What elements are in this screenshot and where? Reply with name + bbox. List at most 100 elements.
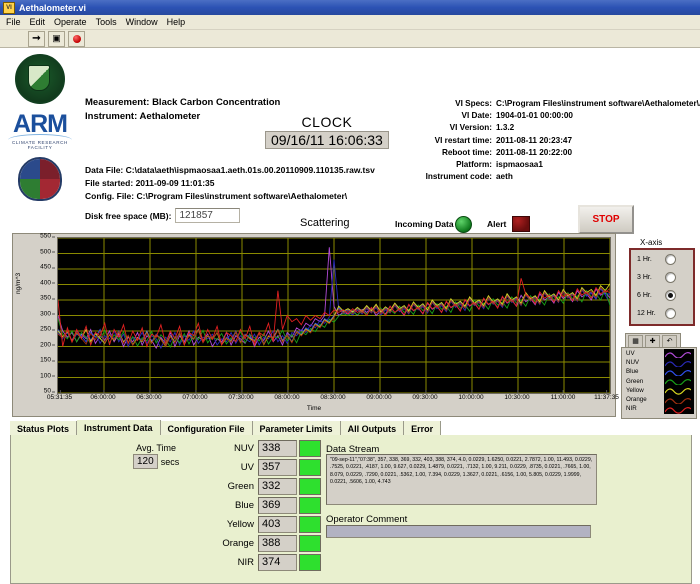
legend-item-label: UV [626, 350, 635, 358]
avg-time-label: Avg. Time [136, 443, 177, 453]
menu-item-window[interactable]: Window [126, 17, 158, 27]
x-axis-tick: 11:37:35 [594, 390, 619, 401]
x-axis-tick: 11:00:00 [550, 390, 576, 401]
vi-spec-key: VI Specs: [455, 99, 492, 108]
x-axis-selector[interactable]: 1 Hr. 3 Hr. 6 Hr. 12 Hr. [629, 248, 695, 326]
y-axis-tick: 150 [40, 356, 55, 364]
radio-button[interactable] [665, 307, 676, 319]
vi-spec-key: VI Version: [449, 123, 492, 133]
plot-legend[interactable]: UV NUV Blue Green Yellow Orange NIR [621, 347, 697, 419]
x-axis-tick: 10:30:00 [504, 390, 530, 401]
legend-color-swatch[interactable] [664, 403, 694, 414]
tab-configuration-file[interactable]: Configuration File [160, 421, 253, 436]
y-axis-tick: 550 [40, 232, 55, 240]
tab-all-outputs[interactable]: All Outputs [340, 421, 405, 436]
clock: CLOCK 09/16/11 16:06:33 [265, 114, 389, 149]
window-title: Aethalometer.vi [19, 2, 87, 13]
instrument-value: Aethalometer [139, 111, 201, 122]
x-axis-tick: 05:31:35 [46, 390, 73, 401]
vi-spec-row: VI Date: 1904-01-01 00:00:00 [408, 110, 700, 122]
x-axis-option-12hr[interactable]: 12 Hr. [631, 304, 693, 322]
readout-label: Blue [234, 500, 254, 511]
menu-item-operate[interactable]: Operate [54, 17, 87, 27]
x-axis-option-6hr[interactable]: 6 Hr. [631, 286, 693, 304]
config-file-label: Config. File: [85, 191, 135, 201]
undo-icon[interactable]: ↶ [662, 334, 677, 348]
avg-time-unit: secs [160, 456, 180, 467]
x-axis-tick: 10:00:00 [458, 390, 484, 401]
menu-item-edit[interactable]: Edit [30, 17, 46, 27]
x-axis-option-1hr[interactable]: 1 Hr. [631, 250, 693, 268]
clock-title: CLOCK [301, 114, 353, 130]
stop-button[interactable]: STOP [578, 205, 634, 234]
arm-logo-subtitle: CLIMATE RESEARCH FACILITY [12, 140, 68, 150]
y-axis-tick: 300 [40, 310, 55, 317]
cursor-icon[interactable]: ✚ [645, 334, 660, 348]
menu-item-file[interactable]: File [6, 17, 21, 27]
vi-spec-value: C:\Program Files\instrument software\Aet… [496, 99, 700, 108]
doe-seal-icon [15, 54, 65, 104]
menu-item-help[interactable]: Help [167, 17, 186, 27]
readout-label: NIR [237, 557, 254, 568]
readout-value: 388 [258, 535, 297, 552]
config-file-value: C:\Program Files\instrument software\Aet… [136, 191, 348, 201]
x-axis-tick: 08:00:00 [274, 390, 300, 401]
config-file-row: Config. File: C:\Program Files\instrumen… [85, 190, 375, 203]
x-axis-tick: 07:00:00 [182, 390, 208, 401]
legend-item-label: Yellow [626, 386, 644, 394]
tab-instrument-data[interactable]: Instrument Data [77, 420, 161, 436]
vi-specs-block: VI Specs: C:\Program Files\instrument sof… [408, 98, 700, 183]
x-axis-tick: 06:00:00 [90, 390, 116, 401]
avg-time-control[interactable]: Avg. Time 120 secs [133, 443, 179, 469]
vi-spec-key: Platform: [456, 160, 492, 170]
readout-value: 338 [258, 440, 297, 457]
readout-nir: NIR 374 [191, 553, 321, 572]
operator-comment-input[interactable] [326, 525, 591, 538]
clock-value: 09/16/11 16:06:33 [265, 131, 389, 149]
abort-record-icon[interactable] [68, 30, 85, 47]
x-axis-tick: 06:30:00 [136, 390, 162, 401]
radio-button[interactable] [665, 271, 676, 283]
scattering-chart[interactable]: ng/m^3 50 100 150 200 250 300 350 400 450 500 550 … [12, 232, 619, 417]
arm-shield-icon [18, 157, 62, 201]
radio-button[interactable] [665, 289, 676, 301]
instrument-row: Instrument: Aethalometer [85, 110, 280, 124]
vi-spec-key: VI Date: [461, 111, 492, 121]
radio-button[interactable] [665, 253, 676, 265]
disk-free-space: Disk free space (MB): 121857 [85, 208, 241, 223]
x-axis-option-label: 12 Hr. [637, 309, 656, 317]
avg-time-input[interactable]: 120 [133, 454, 158, 469]
plot-area [57, 237, 611, 394]
tab-parameter-limits[interactable]: Parameter Limits [252, 421, 341, 436]
y-axis-tick: 200 [40, 341, 55, 348]
readout-label: Yellow [226, 519, 254, 530]
incoming-data-label: Incoming Data [395, 219, 454, 229]
tab-error[interactable]: Error [404, 421, 442, 436]
measurement-label: Measurement: [85, 97, 150, 108]
grid-icon[interactable]: ▦ [628, 334, 643, 348]
alert-indicator [512, 216, 530, 232]
measurement-row: Measurement: Black Carbon Concentration [85, 96, 280, 110]
legend-item[interactable]: NIR [623, 403, 695, 414]
data-file-value: C:\data\aeth\ispmaosaa1.aeth.01s.00.2011… [125, 165, 375, 175]
channel-readouts: NUV 338 UV 357 Green 332 Blue 369 Yellow 403 Orang… [191, 439, 321, 572]
y-axis-tick: 350 [40, 294, 55, 302]
vi-spec-row: Reboot time: 2011-08-11 20:22:00 [408, 147, 700, 159]
readout-value: 403 [258, 516, 297, 533]
x-axis-option-label: 6 Hr. [637, 291, 652, 299]
data-stream-text[interactable]: "09-sep-11","07:38", 357, 338, 369, 332,… [326, 454, 597, 505]
x-axis-option-3hr[interactable]: 3 Hr. [631, 268, 693, 286]
run-arrow-icon[interactable]: ➞ [28, 30, 45, 47]
x-axis-tick: 07:30:00 [228, 390, 254, 401]
title-bar: VI Aethalometer.vi [0, 0, 700, 15]
data-file-row: Data File: C:\data\aeth\ispmaosaa1.aeth.… [85, 164, 375, 177]
vi-spec-key: VI restart time: [434, 135, 492, 145]
application-window: VI Aethalometer.vi File Edit Operate Too… [0, 0, 700, 584]
readout-led [299, 440, 321, 457]
arm-logo: ARM [13, 110, 68, 138]
tab-status-plots[interactable]: Status Plots [10, 421, 78, 436]
y-axis-tick: 450 [40, 263, 55, 271]
menu-item-tools[interactable]: Tools [96, 17, 117, 27]
vi-spec-key: Reboot time: [441, 147, 492, 157]
pause-icon[interactable]: ▣ [48, 30, 65, 47]
